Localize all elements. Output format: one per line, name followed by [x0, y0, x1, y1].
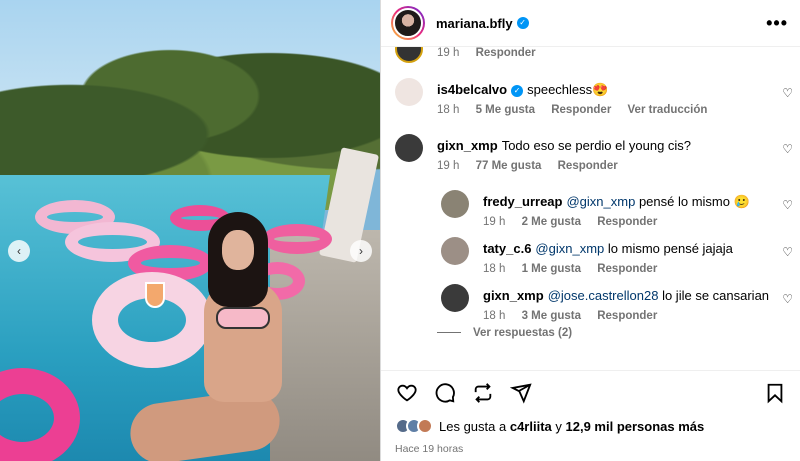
mention-link[interactable]: @gixn_xmp	[566, 194, 635, 209]
comment-text: Todo eso se perdio el young cis?	[501, 138, 692, 153]
comments-list[interactable]: 19 h Responder is4belcalvo ✓ speechless😍 1…	[381, 47, 800, 367]
verified-badge-icon: ✓	[516, 17, 529, 29]
repost-button[interactable]	[471, 381, 495, 405]
liker-username[interactable]: c4rliita	[510, 419, 552, 434]
reply-button[interactable]: Responder	[558, 160, 618, 172]
person-bikini	[216, 307, 270, 329]
photo-person	[126, 212, 300, 461]
save-button[interactable]	[763, 381, 787, 405]
comment-username[interactable]: taty_c.6	[483, 241, 531, 256]
comment-time: 18 h	[483, 263, 506, 275]
avatar[interactable]	[441, 190, 469, 218]
reply-button[interactable]: Responder	[597, 263, 657, 275]
avatar[interactable]	[441, 284, 469, 312]
heart-icon[interactable]: ♡	[782, 292, 793, 306]
post-side-panel: mariana.bfly ✓ ••• 19 h Responder is4bel…	[380, 0, 800, 461]
comment-username[interactable]: fredy_urreap	[483, 194, 562, 209]
comment-time: 19 h	[437, 47, 460, 59]
reply-button[interactable]: Responder	[476, 47, 536, 59]
translate-button[interactable]: Ver traducción	[628, 104, 708, 116]
reply-button[interactable]: Responder	[597, 216, 657, 228]
drink-glass	[145, 282, 165, 308]
chevron-right-icon: ›	[359, 244, 363, 258]
comment-likes[interactable]: 77 Me gusta	[476, 160, 542, 172]
avatar[interactable]	[441, 237, 469, 265]
likes-prefix: Les gusta a	[439, 418, 507, 434]
avatar[interactable]	[395, 134, 423, 162]
action-icons	[395, 371, 787, 415]
likes-count[interactable]: 12,9 mil personas más	[566, 419, 705, 434]
heart-icon[interactable]: ♡	[782, 142, 793, 156]
view-replies-button[interactable]: Ver respuestas (2)	[437, 327, 572, 339]
heart-icon[interactable]: ♡	[782, 86, 793, 100]
comment-text: speechless😍	[527, 82, 609, 97]
liker-avatars[interactable]	[395, 418, 433, 434]
comment-username[interactable]: gixn_xmp	[483, 288, 544, 303]
send-icon	[510, 383, 532, 404]
like-button[interactable]	[395, 381, 419, 405]
likes-summary: Les gusta a c4rliita y 12,9 mil personas…	[395, 415, 787, 437]
repost-icon	[474, 383, 492, 403]
comment-time: 19 h	[483, 216, 506, 228]
comment-time: 18 h	[483, 310, 506, 322]
mention-link[interactable]: @jose.castrellon28	[548, 288, 659, 303]
carousel-prev-button[interactable]: ‹	[8, 240, 30, 262]
comment-text: lo jile se cansarian	[662, 288, 770, 303]
comment-likes[interactable]: 1 Me gusta	[522, 263, 581, 275]
reply-button[interactable]: Responder	[551, 104, 611, 116]
reply-button[interactable]: Responder	[597, 310, 657, 322]
comment-icon	[435, 383, 455, 403]
author-avatar[interactable]	[391, 6, 425, 40]
post-photo[interactable]: ‹ ›	[0, 0, 380, 461]
chevron-left-icon: ‹	[17, 244, 21, 258]
comment-likes[interactable]: 5 Me gusta	[476, 104, 535, 116]
author-username[interactable]: mariana.bfly	[436, 16, 513, 31]
person-face	[222, 230, 254, 270]
comment-likes[interactable]: 3 Me gusta	[522, 310, 581, 322]
post-actions: Les gusta a c4rliita y 12,9 mil personas…	[381, 370, 800, 455]
avatar[interactable]	[395, 78, 423, 106]
comment-time: 19 h	[437, 160, 460, 172]
more-options-icon[interactable]: •••	[766, 13, 788, 34]
post-modal: ‹ › mariana.bfly ✓ ••• 19 h Responder is…	[0, 0, 800, 461]
comment-text: lo mismo pensé jajaja	[607, 241, 733, 256]
mention-link[interactable]: @gixn_xmp	[535, 241, 604, 256]
comment-likes[interactable]: 2 Me gusta	[522, 216, 581, 228]
likes-middle: y	[555, 418, 562, 434]
bookmark-icon	[767, 383, 783, 404]
avatar[interactable]	[395, 47, 423, 63]
comment-time: 18 h	[437, 104, 460, 116]
post-time: Hace 19 horas	[395, 443, 464, 455]
heart-icon	[397, 384, 417, 402]
heart-icon[interactable]: ♡	[782, 245, 793, 259]
comment-username[interactable]: gixn_xmp	[437, 138, 498, 153]
share-button[interactable]	[509, 381, 533, 405]
comment-text: pensé lo mismo 🥲	[638, 194, 750, 209]
heart-icon[interactable]: ♡	[782, 198, 793, 212]
comment-username[interactable]: is4belcalvo	[437, 82, 507, 97]
avatar	[417, 418, 433, 434]
verified-badge-icon: ✓	[511, 85, 524, 97]
post-header: mariana.bfly ✓ •••	[381, 0, 800, 47]
carousel-next-button[interactable]: ›	[350, 240, 372, 262]
comment-button[interactable]	[433, 381, 457, 405]
